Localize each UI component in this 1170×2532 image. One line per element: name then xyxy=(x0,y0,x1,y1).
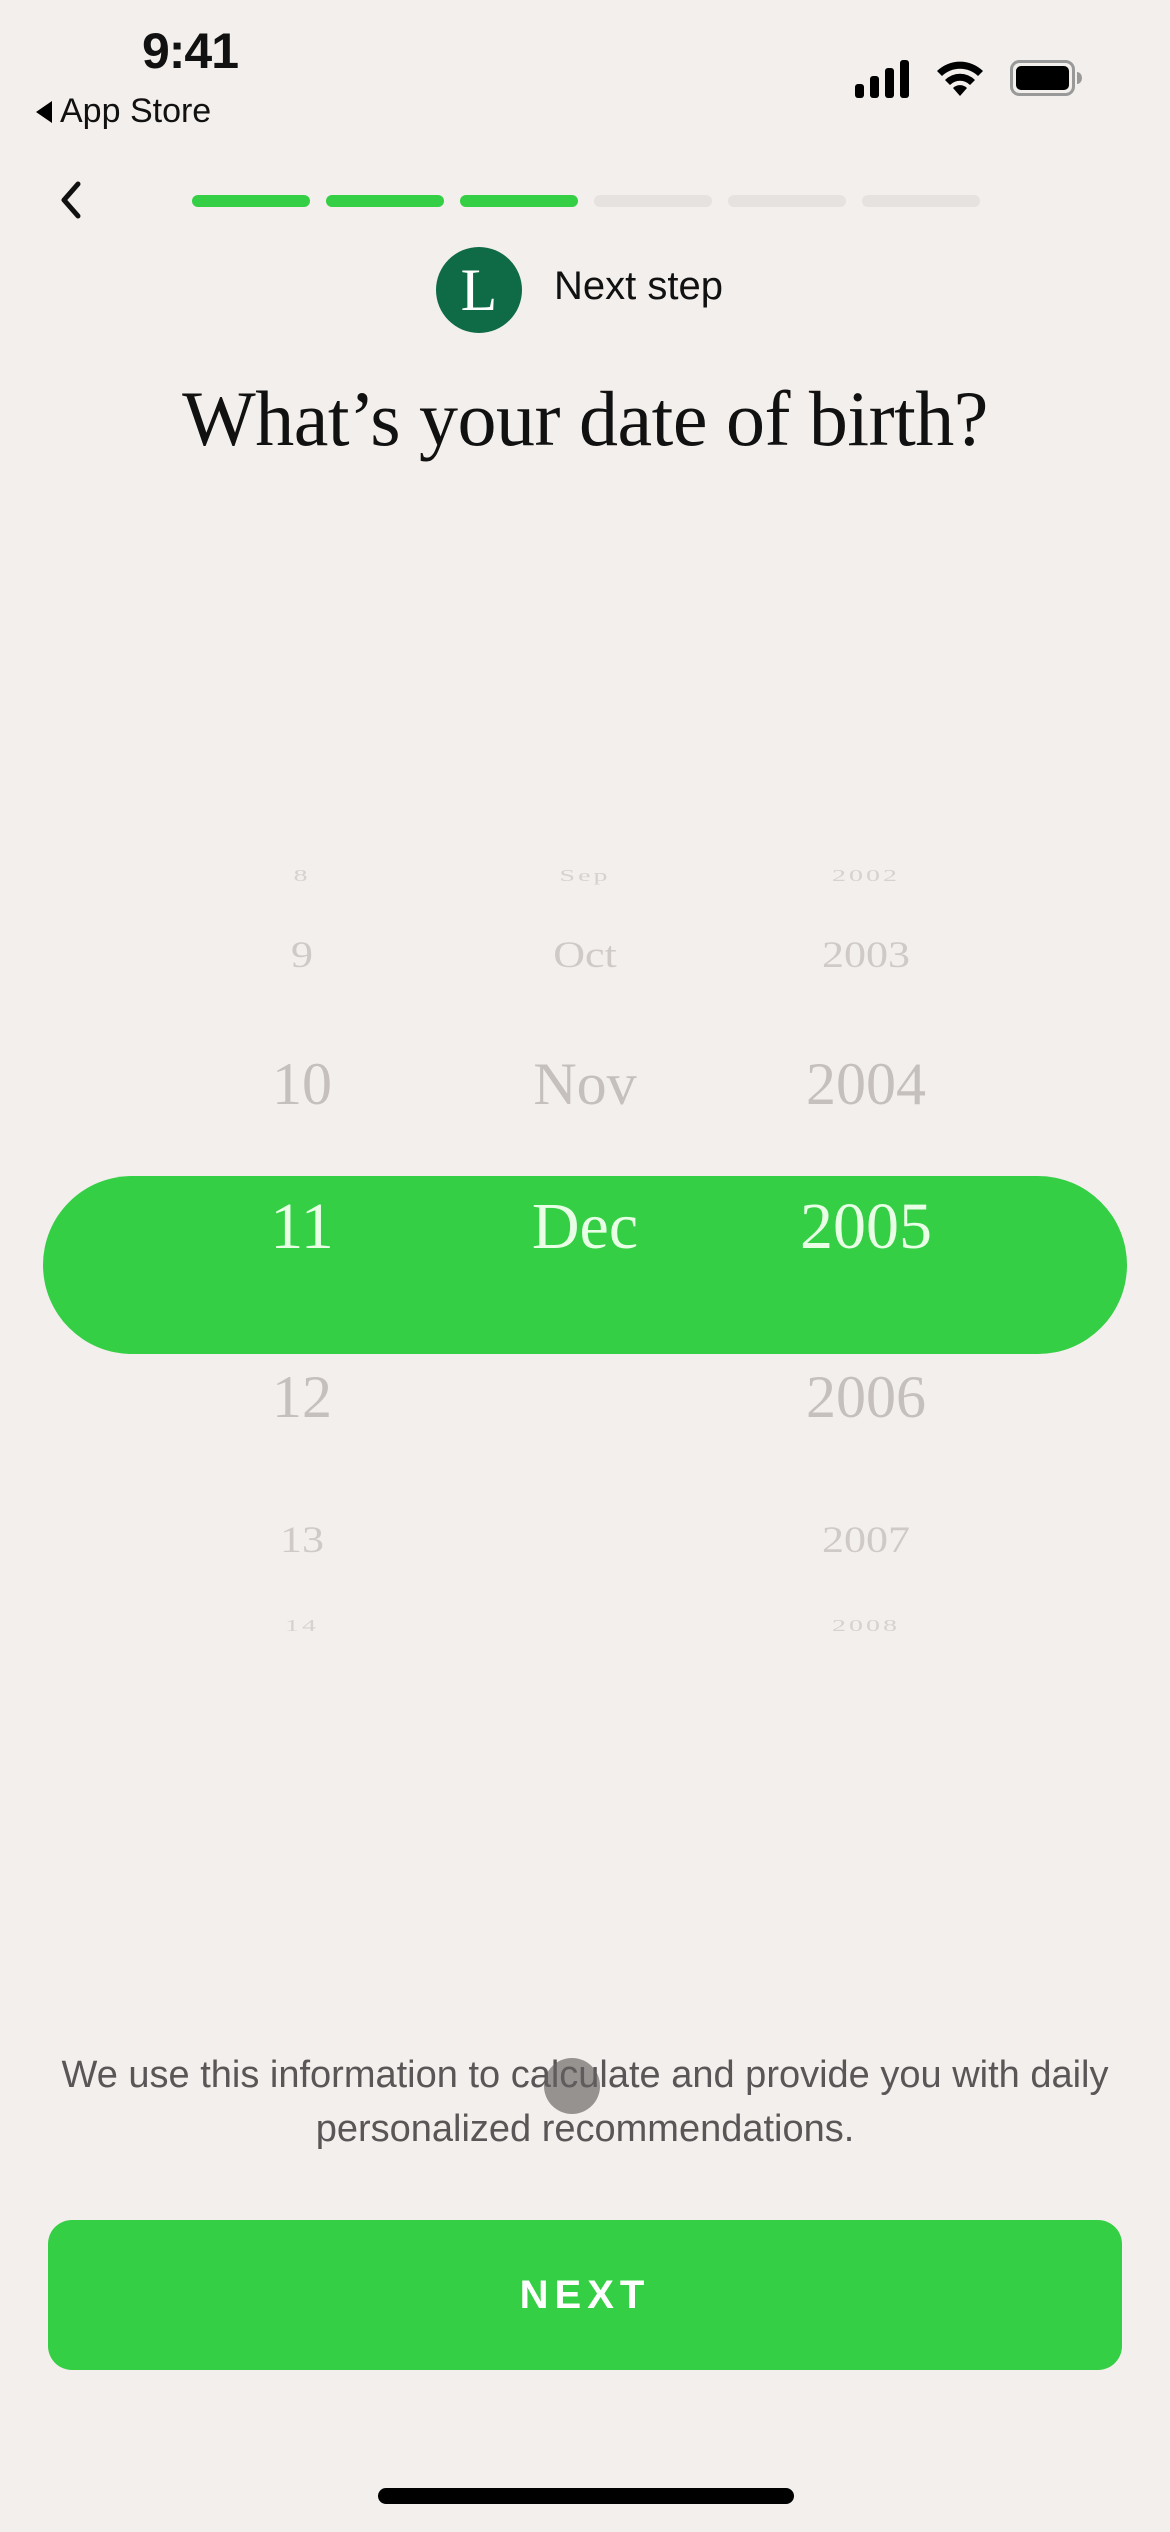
next-button[interactable]: NEXT xyxy=(48,2220,1122,2370)
picker-year-option[interactable]: 2002 xyxy=(746,866,986,885)
picker-day-option[interactable]: 8 xyxy=(182,866,422,885)
step-label: Next step xyxy=(554,264,723,308)
progress-indicator xyxy=(192,195,980,207)
status-time: 9:41 xyxy=(141,23,239,79)
picker-month-option[interactable]: Nov xyxy=(465,1050,705,1119)
home-indicator[interactable] xyxy=(378,2488,794,2504)
back-triangle-icon xyxy=(36,100,52,123)
back-app-label: App Store xyxy=(60,92,212,130)
picker-day-option[interactable]: 9 xyxy=(182,933,422,976)
page-title: What’s your date of birth? xyxy=(182,375,988,462)
chevron-left-icon xyxy=(61,181,81,219)
progress-segment-complete xyxy=(192,195,310,207)
picker-month-option-selected[interactable]: Dec xyxy=(465,1189,705,1265)
picker-year-option[interactable]: 2003 xyxy=(746,933,986,976)
progress-segment-incomplete xyxy=(728,195,846,207)
progress-segment-incomplete xyxy=(594,195,712,207)
step-avatar: L xyxy=(436,247,522,333)
picker-year-option-selected[interactable]: 2005 xyxy=(746,1189,986,1265)
touch-indicator xyxy=(544,2058,600,2114)
picker-year-option[interactable]: 2006 xyxy=(746,1363,986,1432)
wifi-icon xyxy=(937,61,983,96)
progress-segment-incomplete xyxy=(862,195,980,207)
picker-day-option[interactable]: 12 xyxy=(182,1363,422,1432)
back-to-app-link[interactable]: App Store xyxy=(36,92,211,131)
battery-icon xyxy=(1010,60,1082,96)
picker-month-option[interactable]: Oct xyxy=(465,933,705,976)
picker-year-option[interactable]: 2007 xyxy=(746,1518,986,1561)
picker-year-option[interactable]: 2008 xyxy=(746,1616,986,1635)
picker-day-option[interactable]: 10 xyxy=(182,1050,422,1119)
back-button[interactable] xyxy=(52,176,92,224)
cellular-signal-icon xyxy=(855,58,909,98)
picker-year-option[interactable]: 2004 xyxy=(746,1050,986,1119)
picker-month-option[interactable]: Sep xyxy=(465,866,705,885)
progress-segment-complete xyxy=(460,195,578,207)
progress-segment-complete xyxy=(326,195,444,207)
picker-day-option[interactable]: 13 xyxy=(182,1518,422,1561)
picker-day-option[interactable]: 14 xyxy=(182,1616,422,1635)
picker-day-option-selected[interactable]: 11 xyxy=(182,1189,422,1265)
